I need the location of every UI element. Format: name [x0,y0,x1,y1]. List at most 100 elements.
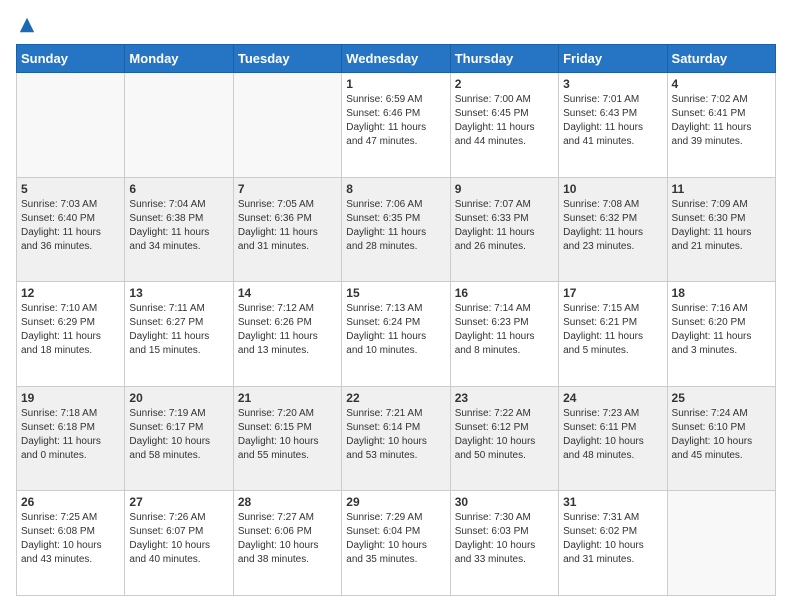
calendar-cell: 4Sunrise: 7:02 AM Sunset: 6:41 PM Daylig… [667,73,775,178]
page: SundayMondayTuesdayWednesdayThursdayFrid… [0,0,792,612]
day-number: 12 [21,286,120,300]
day-number: 18 [672,286,771,300]
calendar-cell: 18 Sunrise: 7:16 AM Sunset: 6:20 PM Dayli… [667,282,775,387]
calendar-header-friday: Friday [559,45,667,73]
day-info: Sunrise: 7:09 AM Sunset: 6:30 PM Dayligh… [672,198,771,254]
calendar-cell: 21Sunrise: 7:20 AM Sunset: 6:15 PM Dayli… [233,386,341,491]
day-info: Sunrise: 7:08 AM Sunset: 6:32 PM Dayligh… [563,198,662,254]
day-number: 8 [346,182,445,196]
day-number: 2 [455,77,554,91]
day-number: 26 [21,495,120,509]
day-number: 31 [563,495,662,509]
day-info: Sunrise: 7:07 AM Sunset: 6:33 PM Dayligh… [455,198,554,254]
day-info: Sunrise: 7:04 AM Sunset: 6:38 PM Dayligh… [129,198,228,254]
day-number: 23 [455,391,554,405]
day-info: Sunrise: 7:14 AM Sunset: 6:23 PM Dayligh… [455,302,554,358]
calendar-header-row: SundayMondayTuesdayWednesdayThursdayFrid… [17,45,776,73]
calendar-cell: 3 Sunrise: 7:01 AM Sunset: 6:43 PM Daylig… [559,73,667,178]
day-number: 30 [455,495,554,509]
calendar-cell: 6 Sunrise: 7:04 AM Sunset: 6:38 PM Daylig… [125,177,233,282]
day-info: Sunrise: 7:25 AM Sunset: 6:08 PM Dayligh… [21,511,120,567]
calendar-cell: 7 Sunrise: 7:05 AM Sunset: 6:36 PM Daylig… [233,177,341,282]
day-info: Sunrise: 7:20 AM Sunset: 6:15 PM Dayligh… [238,407,337,463]
calendar-week-row: 1 Sunrise: 6:59 AM Sunset: 6:46 PM Daylig… [17,73,776,178]
day-info: Sunrise: 7:26 AM Sunset: 6:07 PM Dayligh… [129,511,228,567]
day-number: 24 [563,391,662,405]
calendar-cell: 1 Sunrise: 6:59 AM Sunset: 6:46 PM Daylig… [342,73,450,178]
day-info: Sunrise: 7:12 AM Sunset: 6:26 PM Dayligh… [238,302,337,358]
day-info: Sunrise: 7:31 AM Sunset: 6:02 PM Dayligh… [563,511,662,567]
day-number: 22 [346,391,445,405]
calendar-cell: 19 Sunrise: 7:18 AM Sunset: 6:18 PM Dayli… [17,386,125,491]
day-info: Sunrise: 7:29 AM Sunset: 6:04 PM Dayligh… [346,511,445,567]
calendar-week-row: 12 Sunrise: 7:10 AM Sunset: 6:29 PM Dayli… [17,282,776,387]
day-number: 13 [129,286,228,300]
calendar-cell: 15 Sunrise: 7:13 AM Sunset: 6:24 PM Dayli… [342,282,450,387]
day-info: Sunrise: 7:24 AM Sunset: 6:10 PM Dayligh… [672,407,771,463]
calendar-cell: 28 Sunrise: 7:27 AM Sunset: 6:06 PM Dayli… [233,491,341,596]
day-number: 20 [129,391,228,405]
logo [16,16,36,34]
day-number: 17 [563,286,662,300]
day-number: 16 [455,286,554,300]
calendar-cell: 12 Sunrise: 7:10 AM Sunset: 6:29 PM Dayli… [17,282,125,387]
calendar-cell: 22 Sunrise: 7:21 AM Sunset: 6:14 PM Dayli… [342,386,450,491]
day-number: 9 [455,182,554,196]
calendar-cell: 27Sunrise: 7:26 AM Sunset: 6:07 PM Dayli… [125,491,233,596]
calendar-cell: 23 Sunrise: 7:22 AM Sunset: 6:12 PM Dayli… [450,386,558,491]
day-number: 15 [346,286,445,300]
day-info: Sunrise: 7:06 AM Sunset: 6:35 PM Dayligh… [346,198,445,254]
day-number: 10 [563,182,662,196]
calendar-header-wednesday: Wednesday [342,45,450,73]
day-info: Sunrise: 7:18 AM Sunset: 6:18 PM Dayligh… [21,407,120,463]
day-number: 14 [238,286,337,300]
day-number: 28 [238,495,337,509]
day-info: Sunrise: 7:23 AM Sunset: 6:11 PM Dayligh… [563,407,662,463]
day-number: 5 [21,182,120,196]
calendar-cell: 8 Sunrise: 7:06 AM Sunset: 6:35 PM Daylig… [342,177,450,282]
calendar-cell [233,73,341,178]
calendar-cell: 30 Sunrise: 7:30 AM Sunset: 6:03 PM Dayli… [450,491,558,596]
day-number: 1 [346,77,445,91]
day-number: 6 [129,182,228,196]
calendar-cell: 5 Sunrise: 7:03 AM Sunset: 6:40 PM Daylig… [17,177,125,282]
day-info: Sunrise: 7:10 AM Sunset: 6:29 PM Dayligh… [21,302,120,358]
calendar-cell: 20 Sunrise: 7:19 AM Sunset: 6:17 PM Dayli… [125,386,233,491]
day-number: 11 [672,182,771,196]
calendar-cell: 17 Sunrise: 7:15 AM Sunset: 6:21 PM Dayli… [559,282,667,387]
day-number: 7 [238,182,337,196]
day-info: Sunrise: 6:59 AM Sunset: 6:46 PM Dayligh… [346,93,445,149]
calendar-cell: 25 Sunrise: 7:24 AM Sunset: 6:10 PM Dayli… [667,386,775,491]
calendar-cell: 31 Sunrise: 7:31 AM Sunset: 6:02 PM Dayli… [559,491,667,596]
day-info: Sunrise: 7:00 AM Sunset: 6:45 PM Dayligh… [455,93,554,149]
day-number: 29 [346,495,445,509]
day-info: Sunrise: 7:01 AM Sunset: 6:43 PM Dayligh… [563,93,662,149]
calendar-cell: 24 Sunrise: 7:23 AM Sunset: 6:11 PM Dayli… [559,386,667,491]
day-info: Sunrise: 7:27 AM Sunset: 6:06 PM Dayligh… [238,511,337,567]
calendar-cell: 26 Sunrise: 7:25 AM Sunset: 6:08 PM Dayli… [17,491,125,596]
header [16,16,776,34]
calendar-cell: 2 Sunrise: 7:00 AM Sunset: 6:45 PM Daylig… [450,73,558,178]
day-number: 25 [672,391,771,405]
day-info: Sunrise: 7:13 AM Sunset: 6:24 PM Dayligh… [346,302,445,358]
calendar-header-sunday: Sunday [17,45,125,73]
calendar-cell: 29 Sunrise: 7:29 AM Sunset: 6:04 PM Dayli… [342,491,450,596]
day-info: Sunrise: 7:21 AM Sunset: 6:14 PM Dayligh… [346,407,445,463]
day-info: Sunrise: 7:03 AM Sunset: 6:40 PM Dayligh… [21,198,120,254]
day-info: Sunrise: 7:19 AM Sunset: 6:17 PM Dayligh… [129,407,228,463]
day-info: Sunrise: 7:05 AM Sunset: 6:36 PM Dayligh… [238,198,337,254]
calendar-cell [17,73,125,178]
day-info: Sunrise: 7:30 AM Sunset: 6:03 PM Dayligh… [455,511,554,567]
day-info: Sunrise: 7:22 AM Sunset: 6:12 PM Dayligh… [455,407,554,463]
calendar-header-monday: Monday [125,45,233,73]
day-number: 19 [21,391,120,405]
calendar-week-row: 26 Sunrise: 7:25 AM Sunset: 6:08 PM Dayli… [17,491,776,596]
calendar-cell: 14 Sunrise: 7:12 AM Sunset: 6:26 PM Dayli… [233,282,341,387]
day-info: Sunrise: 7:16 AM Sunset: 6:20 PM Dayligh… [672,302,771,358]
calendar-cell: 13Sunrise: 7:11 AM Sunset: 6:27 PM Dayli… [125,282,233,387]
day-number: 3 [563,77,662,91]
calendar-cell: 16 Sunrise: 7:14 AM Sunset: 6:23 PM Dayli… [450,282,558,387]
calendar-header-thursday: Thursday [450,45,558,73]
calendar-cell [667,491,775,596]
day-info: Sunrise: 7:15 AM Sunset: 6:21 PM Dayligh… [563,302,662,358]
